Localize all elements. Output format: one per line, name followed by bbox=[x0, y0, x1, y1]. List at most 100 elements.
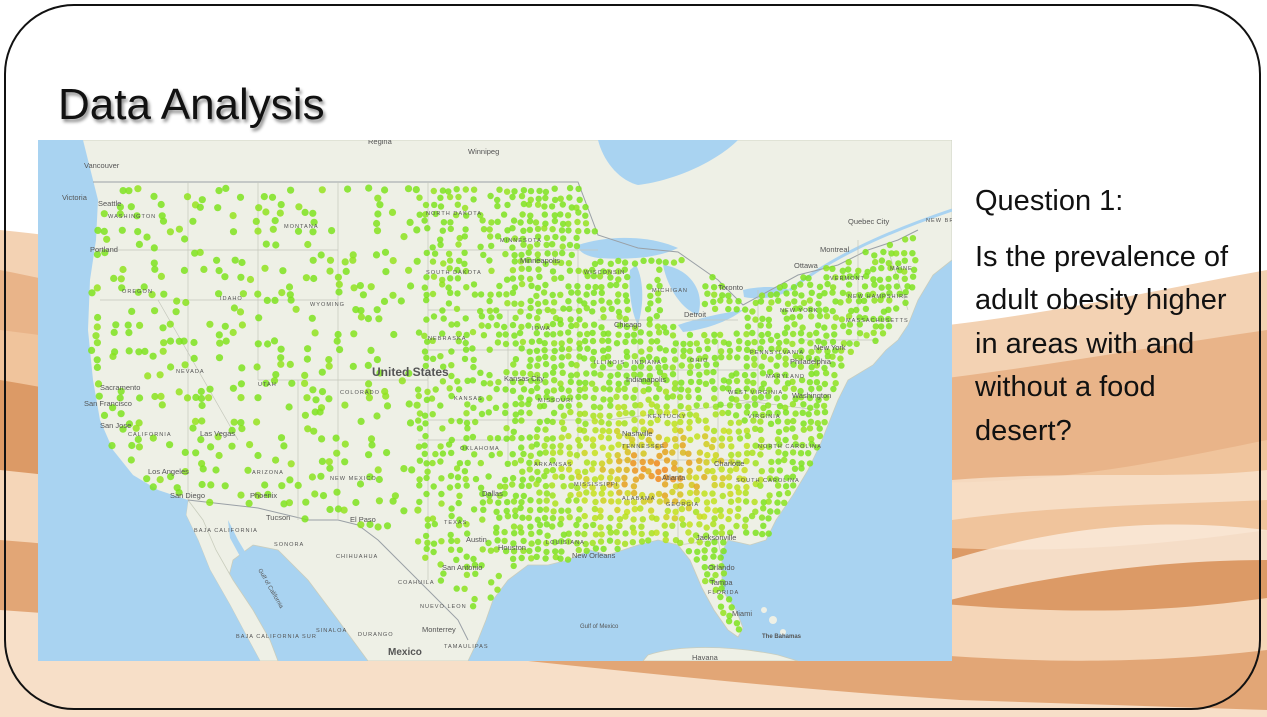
obesity-marker bbox=[710, 498, 718, 505]
obesity-marker bbox=[542, 281, 549, 289]
obesity-marker bbox=[669, 449, 676, 456]
obesity-marker bbox=[782, 436, 789, 444]
obesity-marker bbox=[662, 259, 669, 266]
obesity-marker bbox=[808, 289, 815, 296]
obesity-marker bbox=[709, 274, 716, 281]
obesity-marker bbox=[471, 595, 478, 603]
obesity-marker bbox=[365, 184, 373, 192]
obesity-marker bbox=[340, 506, 348, 514]
obesity-marker bbox=[501, 476, 509, 484]
obesity-marker bbox=[528, 338, 536, 345]
obesity-marker bbox=[397, 297, 405, 305]
obesity-marker bbox=[518, 482, 525, 489]
obesity-marker bbox=[549, 492, 556, 499]
country-label-mexico: Mexico bbox=[388, 647, 422, 658]
region-label-utah: UTAH bbox=[258, 382, 277, 388]
obesity-marker bbox=[238, 258, 246, 267]
obesity-marker bbox=[816, 432, 824, 440]
us-map[interactable]: Vancouver Victoria Seattle Portland Sacramen… bbox=[38, 140, 952, 661]
city-label-orlando: Orlando bbox=[708, 563, 735, 572]
obesity-marker bbox=[606, 386, 613, 393]
obesity-marker bbox=[597, 433, 605, 441]
obesity-marker bbox=[766, 305, 773, 312]
obesity-marker bbox=[752, 316, 759, 323]
obesity-marker bbox=[760, 505, 767, 512]
obesity-marker bbox=[574, 530, 581, 537]
obesity-marker bbox=[726, 483, 733, 490]
obesity-marker bbox=[423, 490, 430, 498]
obesity-marker bbox=[500, 211, 508, 218]
obesity-marker bbox=[743, 363, 750, 370]
obesity-marker bbox=[549, 418, 556, 426]
obesity-marker bbox=[789, 314, 796, 321]
obesity-marker bbox=[518, 274, 525, 281]
obesity-marker bbox=[526, 459, 533, 466]
obesity-marker bbox=[480, 332, 488, 339]
obesity-marker bbox=[525, 265, 532, 273]
region-label-baja-california: BAJA CALIFORNIA bbox=[194, 528, 258, 534]
obesity-marker bbox=[781, 499, 788, 506]
obesity-marker bbox=[735, 345, 742, 352]
obesity-marker bbox=[686, 340, 694, 348]
obesity-marker bbox=[687, 378, 695, 386]
obesity-marker bbox=[600, 497, 607, 504]
obesity-marker bbox=[558, 434, 565, 441]
obesity-marker bbox=[782, 361, 789, 368]
obesity-marker bbox=[878, 257, 886, 264]
obesity-marker bbox=[568, 289, 575, 296]
obesity-marker bbox=[550, 308, 557, 315]
obesity-marker bbox=[159, 217, 168, 225]
obesity-marker bbox=[493, 321, 500, 329]
obesity-marker bbox=[365, 380, 373, 388]
obesity-marker bbox=[548, 203, 556, 210]
obesity-marker bbox=[518, 345, 525, 352]
obesity-marker bbox=[564, 212, 572, 219]
obesity-marker bbox=[526, 275, 534, 283]
obesity-marker bbox=[534, 362, 541, 369]
region-label-vermont: VERMONT bbox=[830, 276, 865, 282]
obesity-marker bbox=[375, 315, 383, 323]
obesity-marker bbox=[376, 201, 384, 209]
obesity-marker bbox=[655, 297, 662, 304]
obesity-marker bbox=[189, 424, 197, 432]
city-label-new-york: New York bbox=[814, 343, 846, 352]
obesity-marker bbox=[527, 497, 534, 504]
obesity-marker bbox=[423, 474, 430, 482]
city-label-indianapolis: Indianapolis bbox=[626, 375, 666, 384]
obesity-marker bbox=[157, 200, 165, 209]
obesity-marker bbox=[535, 266, 542, 273]
obesity-marker bbox=[383, 522, 392, 530]
region-label-colorado: COLORADO bbox=[340, 390, 380, 396]
obesity-marker bbox=[526, 348, 533, 355]
obesity-marker bbox=[671, 515, 678, 522]
obesity-marker bbox=[672, 443, 680, 450]
obesity-marker bbox=[421, 348, 429, 355]
region-label-baja-california-sur: BAJA CALIFORNIA SUR bbox=[236, 634, 317, 640]
obesity-marker bbox=[509, 193, 516, 201]
obesity-marker bbox=[591, 449, 599, 457]
obesity-marker bbox=[439, 307, 446, 314]
region-label-durango: DURANGO bbox=[358, 632, 394, 638]
obesity-marker bbox=[573, 497, 580, 504]
obesity-marker bbox=[437, 443, 444, 450]
obesity-marker bbox=[712, 411, 719, 418]
obesity-marker bbox=[374, 523, 382, 531]
obesity-marker bbox=[589, 539, 596, 547]
obesity-marker bbox=[454, 378, 461, 385]
region-label-west-virginia: WEST VIRGINIA bbox=[728, 390, 783, 396]
obesity-marker bbox=[175, 225, 183, 233]
region-label-michigan: MICHIGAN bbox=[652, 288, 688, 294]
obesity-marker bbox=[605, 435, 612, 442]
obesity-marker bbox=[301, 515, 309, 523]
obesity-marker bbox=[536, 521, 544, 529]
obesity-marker bbox=[309, 386, 317, 394]
obesity-marker bbox=[183, 193, 192, 201]
obesity-marker bbox=[325, 458, 333, 466]
obesity-marker bbox=[669, 364, 676, 371]
obesity-marker bbox=[901, 250, 908, 257]
obesity-marker bbox=[909, 273, 917, 280]
obesity-marker bbox=[574, 218, 581, 226]
obesity-marker bbox=[157, 392, 165, 400]
obesity-marker bbox=[261, 264, 269, 272]
obesity-marker bbox=[502, 402, 509, 409]
